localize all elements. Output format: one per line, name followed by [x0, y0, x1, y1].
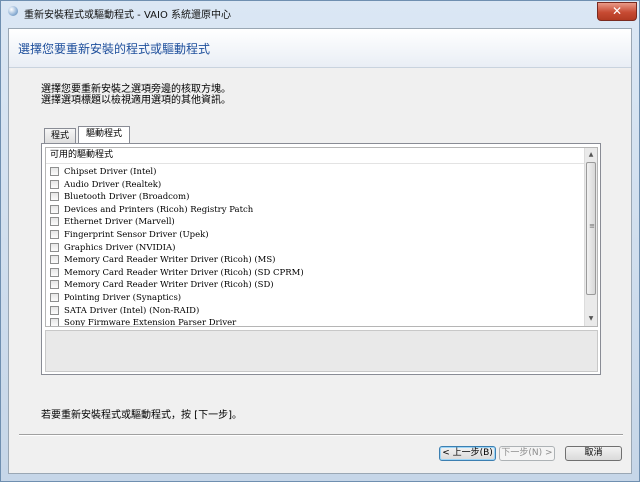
scroll-up-arrow-icon[interactable]: ▲: [585, 148, 597, 161]
list-item[interactable]: Chipset Driver (Intel): [50, 166, 580, 178]
list-item[interactable]: Devices and Printers (Ricoh) Registry Pa…: [50, 204, 580, 216]
list-item[interactable]: Bluetooth Driver (Broadcom): [50, 191, 580, 203]
wizard-client-area: 選擇您要重新安裝的程式或驅動程式 選擇您要重新安裝之選項旁邊的核取方塊。 選擇選…: [8, 28, 632, 474]
list-item[interactable]: Memory Card Reader Writer Driver (Ricoh)…: [50, 279, 580, 291]
list-item[interactable]: SATA Driver (Intel) (Non-RAID): [50, 305, 580, 317]
checkbox[interactable]: [50, 305, 59, 315]
list-item-label[interactable]: Memory Card Reader Writer Driver (Ricoh)…: [64, 279, 274, 291]
list-item-label[interactable]: Chipset Driver (Intel): [64, 166, 156, 178]
scroll-down-arrow-icon[interactable]: ▼: [585, 312, 597, 325]
list-item[interactable]: Memory Card Reader Writer Driver (Ricoh)…: [50, 254, 580, 266]
close-button[interactable]: ✕: [597, 2, 637, 21]
checkbox[interactable]: [50, 217, 59, 227]
list-item-label[interactable]: Sony Firmware Extension Parser Driver: [64, 317, 236, 326]
list-item[interactable]: Ethernet Driver (Marvell): [50, 216, 580, 228]
description-area: [45, 330, 598, 372]
list-item[interactable]: Graphics Driver (NVIDIA): [50, 242, 580, 254]
list-item-label[interactable]: Bluetooth Driver (Broadcom): [64, 191, 189, 203]
list-item[interactable]: Sony Firmware Extension Parser Driver: [50, 317, 580, 326]
list-item[interactable]: Pointing Driver (Synaptics): [50, 292, 580, 304]
separator: [19, 434, 623, 436]
scrollbar-thumb[interactable]: ≡: [586, 162, 596, 295]
list-item[interactable]: Fingerprint Sensor Driver (Upek): [50, 229, 580, 241]
next-button[interactable]: 下一步(N) >: [499, 446, 555, 461]
tab-drivers[interactable]: 驅動程式: [78, 126, 130, 143]
checkbox[interactable]: [50, 255, 59, 265]
list-item-label[interactable]: Fingerprint Sensor Driver (Upek): [64, 229, 209, 241]
page-title: 選擇您要重新安裝的程式或驅動程式: [18, 42, 211, 56]
list-item-label[interactable]: Pointing Driver (Synaptics): [64, 292, 181, 304]
tab-programs[interactable]: 程式: [44, 128, 76, 143]
app-window: 重新安裝程式或驅動程式 - VAIO 系統還原中心 ✕ 選擇您要重新安裝的程式或…: [0, 0, 640, 482]
cancel-button[interactable]: 取消: [565, 446, 622, 461]
list-item-label[interactable]: Graphics Driver (NVIDIA): [64, 242, 175, 254]
checkbox[interactable]: [50, 318, 59, 326]
vertical-scrollbar[interactable]: ▲ ≡ ▼: [584, 148, 597, 326]
checkbox[interactable]: [50, 204, 59, 214]
checkbox[interactable]: [50, 179, 59, 189]
header-band: 選擇您要重新安裝的程式或驅動程式: [9, 29, 631, 68]
list-item-label[interactable]: SATA Driver (Intel) (Non-RAID): [64, 305, 199, 317]
instruction-line-1: 選擇您要重新安裝之選項旁邊的核取方塊。: [41, 84, 231, 95]
list-item-label[interactable]: Memory Card Reader Writer Driver (Ricoh)…: [64, 267, 304, 279]
list-item[interactable]: Memory Card Reader Writer Driver (Ricoh)…: [50, 267, 580, 279]
grip-icon: ≡: [589, 222, 595, 230]
window-title: 重新安裝程式或驅動程式 - VAIO 系統還原中心: [24, 10, 232, 21]
list-item[interactable]: Audio Driver (Realtek): [50, 179, 580, 191]
footer-message: 若要重新安裝程式或驅動程式，按 [下一步]。: [41, 410, 242, 421]
tab-panel: 可用的驅動程式 Chipset Driver (Intel) Audio Driv…: [41, 143, 601, 375]
checkbox[interactable]: [50, 280, 59, 290]
list-item-label[interactable]: Ethernet Driver (Marvell): [64, 216, 175, 228]
driver-list: 可用的驅動程式 Chipset Driver (Intel) Audio Driv…: [45, 147, 598, 327]
app-icon: [8, 6, 18, 16]
checkbox[interactable]: [50, 230, 59, 239]
instruction-line-2: 選擇選項標題以檢視適用選項的其他資訊。: [41, 95, 231, 106]
checkbox[interactable]: [50, 293, 59, 302]
title-bar[interactable]: 重新安裝程式或驅動程式 - VAIO 系統還原中心 ✕: [1, 1, 639, 23]
checkbox[interactable]: [50, 242, 59, 252]
checkbox[interactable]: [50, 267, 59, 277]
list-item-label[interactable]: Audio Driver (Realtek): [64, 179, 161, 191]
list-item-label[interactable]: Devices and Printers (Ricoh) Registry Pa…: [64, 204, 253, 216]
checkbox[interactable]: [50, 167, 59, 176]
back-button[interactable]: < 上一步(B): [439, 446, 496, 461]
checkbox[interactable]: [50, 192, 59, 202]
list-header: 可用的驅動程式: [46, 148, 584, 164]
list-item-label[interactable]: Memory Card Reader Writer Driver (Ricoh)…: [64, 254, 276, 266]
